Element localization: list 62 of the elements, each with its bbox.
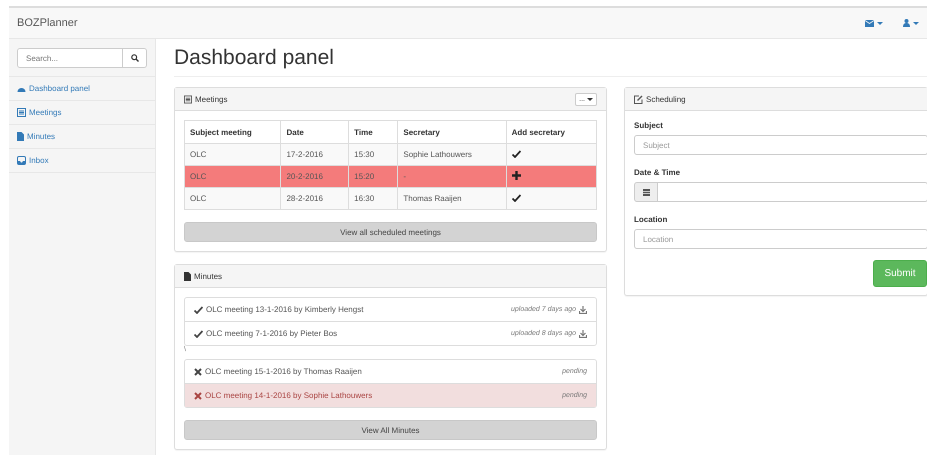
- field-label: Date & Time: [634, 168, 682, 177]
- date-field[interactable]: [658, 182, 927, 202]
- column-header: Secretary: [398, 120, 506, 144]
- table-cell: OLC: [184, 188, 281, 210]
- table-cell: 28-2-2016: [280, 188, 349, 210]
- field-label: Subject: [634, 121, 664, 130]
- download-icon: [579, 330, 587, 338]
- table-cell: -: [398, 166, 506, 188]
- table-cell: 15:20: [348, 166, 398, 188]
- edit-icon: [634, 94, 643, 104]
- search-button[interactable]: [123, 48, 147, 68]
- calendar-addon[interactable]: [634, 182, 658, 202]
- panel-title: Meetings: [195, 94, 228, 104]
- check-icon: [512, 194, 521, 202]
- caret-icon: [587, 98, 593, 100]
- table-cell: OLC: [184, 144, 281, 166]
- input-field[interactable]: Location: [634, 229, 927, 249]
- sidebar-item[interactable]: Meetings: [9, 101, 155, 125]
- close-icon: [194, 368, 202, 376]
- column-header: Subject meeting: [184, 120, 281, 144]
- check-icon: [512, 150, 521, 158]
- user-dropdown[interactable]: [903, 19, 919, 27]
- sidebar-item[interactable]: Minutes: [9, 125, 155, 149]
- plus-icon: [512, 171, 521, 180]
- mail-icon: [865, 20, 874, 26]
- table-cell: 20-2-2016: [280, 166, 349, 188]
- panel-title: Scheduling: [646, 94, 687, 104]
- search-icon: [130, 54, 138, 62]
- search-field[interactable]: Search...: [17, 48, 123, 68]
- view-minutes-button[interactable]: View All Minutes: [184, 420, 597, 440]
- list-icon: [17, 108, 26, 117]
- caret-icon: [877, 22, 883, 24]
- table-cell: OLC: [184, 166, 281, 188]
- input-field[interactable]: Subject: [634, 135, 927, 155]
- minutes-title: OLC meeting 13-1-2016 by Kimberly Hengst: [206, 305, 364, 314]
- user-icon: [903, 19, 910, 27]
- check-icon: [194, 306, 203, 314]
- list-icon: [184, 94, 192, 104]
- view-meetings-button[interactable]: View all scheduled meetings: [184, 222, 597, 242]
- sidebar-item[interactable]: Inbox: [9, 149, 155, 173]
- sidebar-item[interactable]: Dashboard panel: [9, 77, 155, 101]
- table-cell: 16:30: [348, 188, 398, 210]
- file-icon: [184, 272, 191, 280]
- caret-icon: [913, 22, 919, 24]
- minutes-title: OLC meeting 14-1-2016 by Sophie Lathouwers: [205, 391, 374, 400]
- calendar-icon: [642, 188, 650, 196]
- table-cell: Thomas Raaijen: [398, 188, 506, 210]
- file-icon: [17, 132, 24, 141]
- messages-dropdown[interactable]: [865, 20, 883, 26]
- panel-title: Minutes: [194, 272, 224, 280]
- table-cell: Sophie Lathouwers: [398, 144, 506, 166]
- check-icon: [194, 330, 203, 338]
- field-label: Location: [634, 215, 668, 224]
- inbox-icon: [17, 156, 26, 165]
- page-title: Dashboard panel: [174, 46, 927, 77]
- download-icon: [579, 306, 587, 314]
- table-cell: 17-2-2016: [280, 144, 349, 166]
- minutes-title: OLC meeting 7-1-2016 by Pieter Bos: [206, 329, 338, 338]
- table-cell: 15:30: [348, 144, 398, 166]
- close-icon: [194, 392, 202, 400]
- brand-name[interactable]: BOZPlanner: [17, 17, 845, 29]
- minutes-title: OLC meeting 15-1-2016 by Thomas Raaijen: [205, 367, 363, 376]
